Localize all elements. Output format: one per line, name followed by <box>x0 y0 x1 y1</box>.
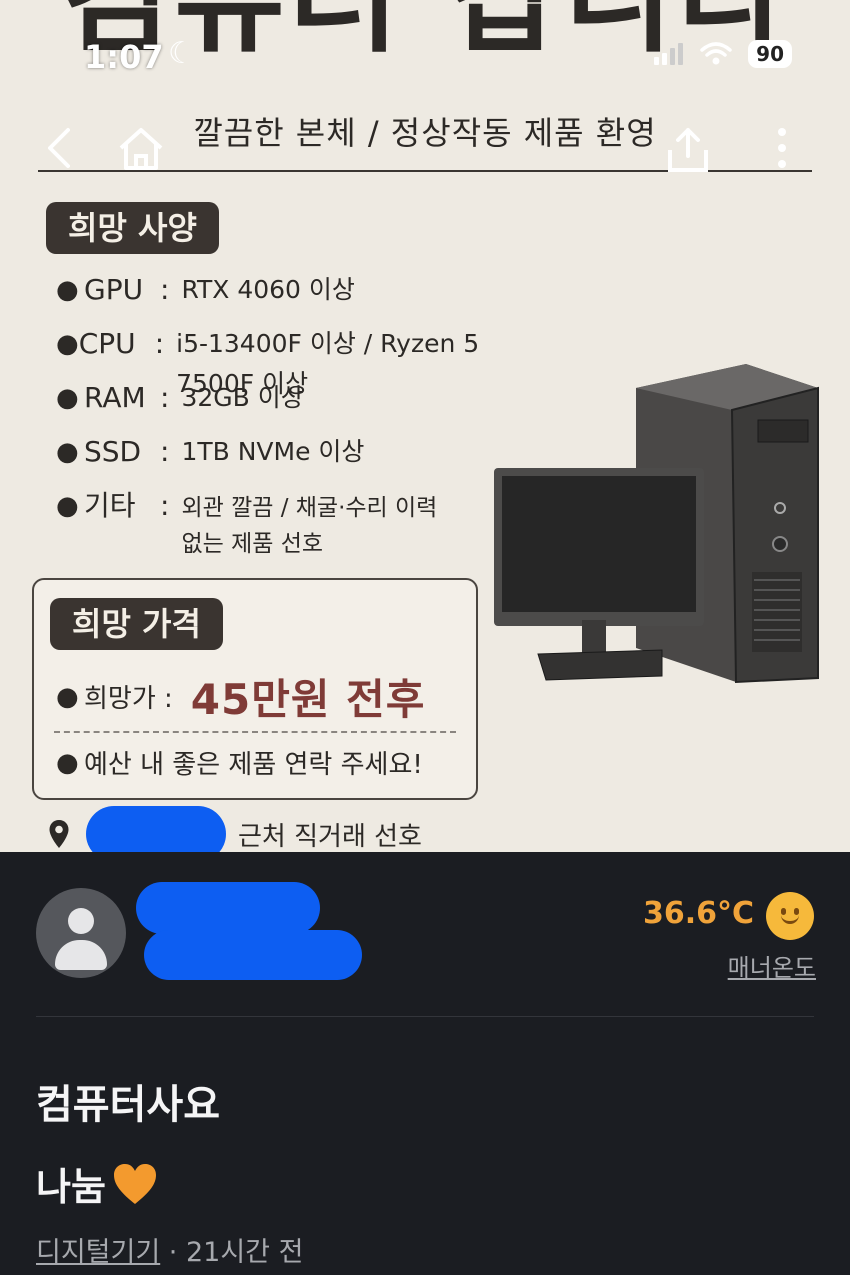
redaction-seller-name <box>136 882 320 934</box>
specs-heading: 희망 사양 <box>46 202 219 254</box>
spec-list: ● GPU : RTX 4060 이상 ● CPU : i5-13400F 이상… <box>56 270 516 576</box>
post-meta: 디지털기기 · 21시간 전 <box>36 1230 303 1269</box>
status-indicators: 90 <box>654 40 792 68</box>
listing-image[interactable]: 컴퓨터 삽니다 깔끔한 본체 / 정상작동 제품 환영 희망 사양 ● GPU … <box>0 0 850 852</box>
spec-colon: : <box>160 435 170 468</box>
spec-row-ssd: ● SSD : 1TB NVMe 이상 <box>56 432 516 486</box>
moon-icon: ☾ <box>168 36 195 71</box>
battery-indicator: 90 <box>748 40 792 68</box>
more-icon <box>778 128 786 168</box>
category-link[interactable]: 디지털기기 <box>36 1237 160 1268</box>
bullet: ● <box>56 275 79 305</box>
spec-row-cpu: ● CPU : i5-13400F 이상 / Ryzen 5 7500F 이상 <box>56 324 516 398</box>
spec-key: GPU <box>84 273 144 306</box>
status-time: 1:07 <box>84 38 164 76</box>
spec-row-gpu: ● GPU : RTX 4060 이상 <box>56 270 516 324</box>
spec-colon: : <box>160 273 170 306</box>
post-time: · 21시간 전 <box>168 1237 304 1268</box>
spec-colon: : <box>160 381 170 414</box>
bullet: ● <box>56 437 79 467</box>
price-text: 나눔 <box>36 1165 106 1209</box>
redaction-location <box>86 806 226 852</box>
avatar-icon-body <box>55 940 107 970</box>
avatar-icon <box>68 908 94 934</box>
spec-value: RTX 4060 이상 <box>181 275 355 304</box>
price-note: 예산 내 좋은 제품 연락 주세요! <box>84 750 423 780</box>
home-icon <box>119 128 163 170</box>
smile-face-icon <box>766 892 814 940</box>
redaction-seller-location <box>144 930 362 980</box>
bullet: ● <box>56 747 79 778</box>
spec-value: 외관 깔끔 / 채굴·수리 이력 없는 제품 선호 <box>181 486 437 562</box>
share-button[interactable] <box>664 126 712 184</box>
price-label: 희망가 : <box>84 684 173 714</box>
back-icon <box>48 128 70 168</box>
spec-key: RAM <box>84 381 146 414</box>
spec-colon: : <box>154 327 165 360</box>
bullet: ● <box>56 329 79 359</box>
divider <box>36 1016 814 1017</box>
spec-value: 1TB NVMe 이상 <box>181 437 365 466</box>
manner-temperature: 36.6°C <box>642 896 754 931</box>
price-row: ● 희망가 : 45만원 전후 <box>56 666 425 727</box>
bullet: ● <box>56 383 79 413</box>
home-button[interactable] <box>116 126 166 182</box>
post-title: 컴퓨터사요 <box>36 1082 220 1128</box>
dashed-divider <box>54 731 456 733</box>
post-price: 나눔 <box>36 1156 158 1211</box>
spec-key: SSD <box>84 435 142 468</box>
bullet: ● <box>56 681 79 712</box>
spec-row-etc: ● 기타 : 외관 깔끔 / 채굴·수리 이력 없는 제품 선호 <box>56 486 516 576</box>
computer-illustration <box>494 364 819 684</box>
bullet: ● <box>56 491 79 521</box>
spec-key: 기타 <box>84 489 136 522</box>
price-note-row: ● 예산 내 좋은 제품 연락 주세요! <box>56 744 423 781</box>
location-pin-icon <box>49 820 69 848</box>
heart-icon <box>113 1163 156 1204</box>
spec-key: CPU <box>78 327 136 360</box>
face-mouth <box>781 914 799 924</box>
spec-value-line1: 외관 깔끔 / 채굴·수리 이력 <box>181 495 438 521</box>
spec-value-line2: 없는 제품 선호 <box>181 531 324 557</box>
spec-colon: : <box>160 489 170 522</box>
spec-value: 32GB 이상 <box>181 383 304 412</box>
wifi-icon <box>700 42 732 65</box>
location-text: 근처 직거래 선호 <box>238 821 422 852</box>
price-heading: 희망 가격 <box>50 598 223 650</box>
price-amount: 45만원 전후 <box>190 675 426 724</box>
more-options-button[interactable] <box>774 126 790 182</box>
manner-temperature-link[interactable]: 매너온도 <box>728 948 816 983</box>
share-icon <box>668 128 708 172</box>
seller-avatar[interactable] <box>36 888 126 978</box>
signal-icon <box>654 43 684 65</box>
back-button[interactable] <box>44 126 74 180</box>
